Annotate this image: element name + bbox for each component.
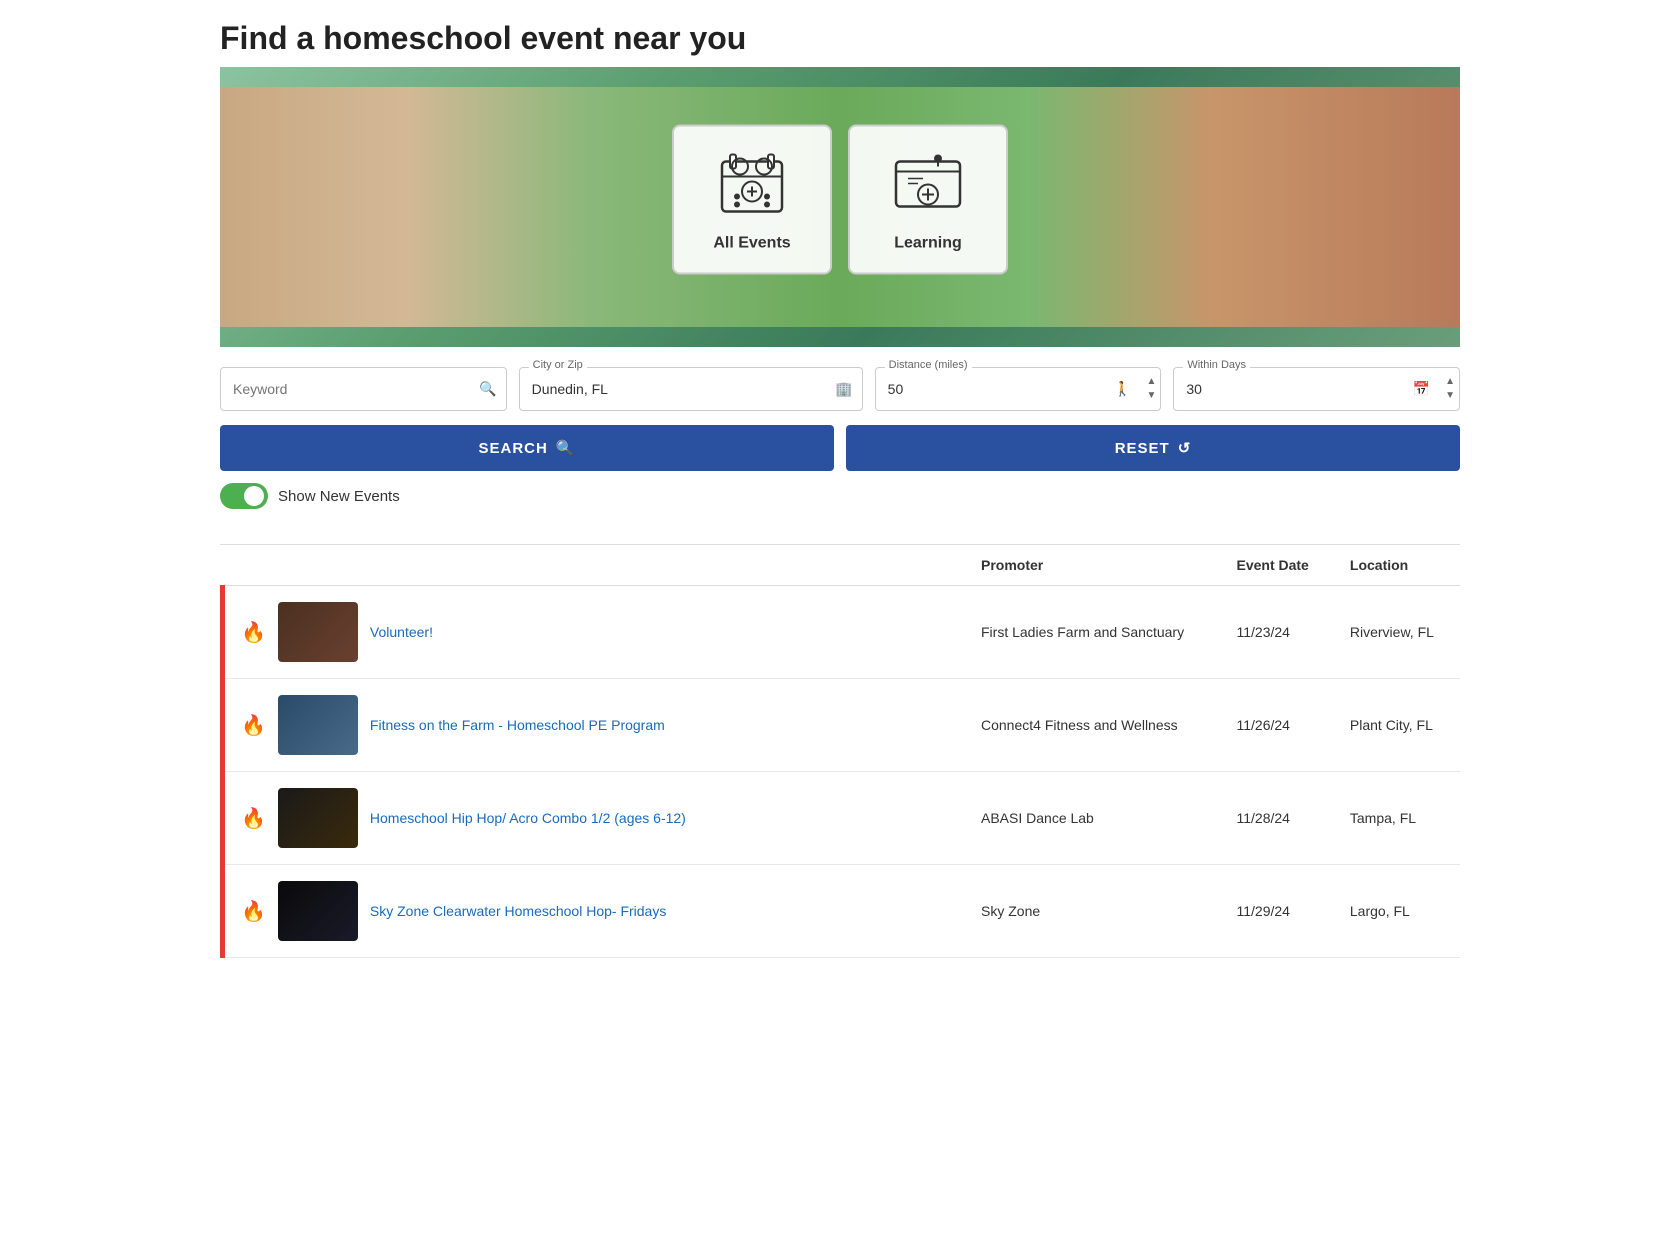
date-cell-3: 11/29/24 <box>1220 865 1333 958</box>
event-thumb-2 <box>278 788 358 848</box>
hot-indicator-2: 🔥 <box>241 806 266 831</box>
keyword-input[interactable] <box>220 367 507 411</box>
table-header: Promoter Event Date Location <box>223 545 1461 586</box>
promoter-cell-1: Connect4 Fitness and Wellness <box>965 679 1220 772</box>
event-cell-2: 🔥 Homeschool Hip Hop/ Acro Combo 1/2 (ag… <box>223 772 966 865</box>
event-link-3[interactable]: Sky Zone Clearwater Homeschool Hop- Frid… <box>370 903 666 919</box>
search-section: 🔍 City or Zip 🏢 Distance (miles) 🚶 ▲ ▼ <box>220 347 1460 544</box>
event-link-2[interactable]: Homeschool Hip Hop/ Acro Combo 1/2 (ages… <box>370 810 686 826</box>
flame-icon-2: 🔥 <box>241 806 266 831</box>
event-cell-0: 🔥 Volunteer! <box>223 586 966 679</box>
table-row: 🔥 Sky Zone Clearwater Homeschool Hop- Fr… <box>223 865 1461 958</box>
promoter-cell-2: ABASI Dance Lab <box>965 772 1220 865</box>
table-row: 🔥 Volunteer! First Ladies Farm and Sanct… <box>223 586 1461 679</box>
new-events-label: Show New Events <box>278 488 400 505</box>
hot-indicator-1: 🔥 <box>241 713 266 738</box>
search-button-icon: 🔍 <box>556 439 576 457</box>
search-button[interactable]: SEARCH 🔍 <box>220 425 834 471</box>
all-events-card[interactable]: All Events <box>672 125 832 275</box>
all-events-label: All Events <box>713 235 790 253</box>
calendar-icon: 📅 <box>1413 381 1430 398</box>
distance-up[interactable]: ▲ <box>1145 375 1157 389</box>
learning-card[interactable]: Learning <box>848 125 1008 275</box>
search-buttons: SEARCH 🔍 RESET ↺ <box>220 425 1460 471</box>
city-input[interactable] <box>519 367 863 411</box>
city-label: City or Zip <box>529 359 587 371</box>
event-link-1[interactable]: Fitness on the Farm - Homeschool PE Prog… <box>370 717 665 733</box>
event-link-0[interactable]: Volunteer! <box>370 624 433 640</box>
days-down[interactable]: ▼ <box>1444 389 1456 403</box>
days-label: Within Days <box>1183 359 1250 371</box>
promoter-cell-3: Sky Zone <box>965 865 1220 958</box>
city-field: City or Zip 🏢 <box>519 367 863 411</box>
date-cell-1: 11/26/24 <box>1220 679 1333 772</box>
table-row: 🔥 Fitness on the Farm - Homeschool PE Pr… <box>223 679 1461 772</box>
col-event <box>223 545 966 586</box>
city-icon: 🏢 <box>835 381 852 398</box>
reset-button-label: RESET <box>1115 440 1170 457</box>
distance-field: Distance (miles) 🚶 ▲ ▼ <box>875 367 1162 411</box>
keyword-field: 🔍 <box>220 367 507 411</box>
promoter-cell-0: First Ladies Farm and Sanctuary <box>965 586 1220 679</box>
reset-button-icon: ↺ <box>1178 439 1192 457</box>
table-row: 🔥 Homeschool Hip Hop/ Acro Combo 1/2 (ag… <box>223 772 1461 865</box>
event-type-cards: All Events <box>672 125 1008 275</box>
event-thumb-1 <box>278 695 358 755</box>
new-events-toggle[interactable] <box>220 483 268 509</box>
learning-icon <box>888 147 968 227</box>
search-fields: 🔍 City or Zip 🏢 Distance (miles) 🚶 ▲ ▼ <box>220 367 1460 411</box>
location-cell-0: Riverview, FL <box>1334 586 1460 679</box>
reset-button[interactable]: RESET ↺ <box>846 425 1460 471</box>
distance-spinner: ▲ ▼ <box>1145 375 1157 403</box>
flame-icon-3: 🔥 <box>241 899 266 924</box>
col-location: Location <box>1334 545 1460 586</box>
hero-section: All Events <box>220 67 1460 347</box>
event-cell-1: 🔥 Fitness on the Farm - Homeschool PE Pr… <box>223 679 966 772</box>
events-body: 🔥 Volunteer! First Ladies Farm and Sanct… <box>223 586 1461 958</box>
date-cell-0: 11/23/24 <box>1220 586 1333 679</box>
days-field: Within Days 📅 ▲ ▼ <box>1173 367 1460 411</box>
days-spinner: ▲ ▼ <box>1444 375 1456 403</box>
location-cell-2: Tampa, FL <box>1334 772 1460 865</box>
days-up[interactable]: ▲ <box>1444 375 1456 389</box>
hot-indicator-0: 🔥 <box>241 620 266 645</box>
hot-indicator-3: 🔥 <box>241 899 266 924</box>
location-cell-3: Largo, FL <box>1334 865 1460 958</box>
distance-icon: 🚶 <box>1114 381 1131 398</box>
page-title: Find a homeschool event near you <box>220 0 1460 67</box>
distance-down[interactable]: ▼ <box>1145 389 1157 403</box>
flame-icon-1: 🔥 <box>241 713 266 738</box>
toggle-slider <box>220 483 268 509</box>
flame-icon-0: 🔥 <box>241 620 266 645</box>
distance-label: Distance (miles) <box>885 359 972 371</box>
search-icon: 🔍 <box>479 381 496 398</box>
toggle-row: Show New Events <box>220 471 1460 529</box>
col-promoter: Promoter <box>965 545 1220 586</box>
event-cell-3: 🔥 Sky Zone Clearwater Homeschool Hop- Fr… <box>223 865 966 958</box>
event-thumb-3 <box>278 881 358 941</box>
events-table: Promoter Event Date Location 🔥 Volunteer… <box>220 545 1460 958</box>
location-cell-1: Plant City, FL <box>1334 679 1460 772</box>
col-date: Event Date <box>1220 545 1333 586</box>
event-thumb-0 <box>278 602 358 662</box>
search-button-label: SEARCH <box>478 440 547 457</box>
all-events-icon <box>712 147 792 227</box>
date-cell-2: 11/28/24 <box>1220 772 1333 865</box>
learning-label: Learning <box>894 235 962 253</box>
